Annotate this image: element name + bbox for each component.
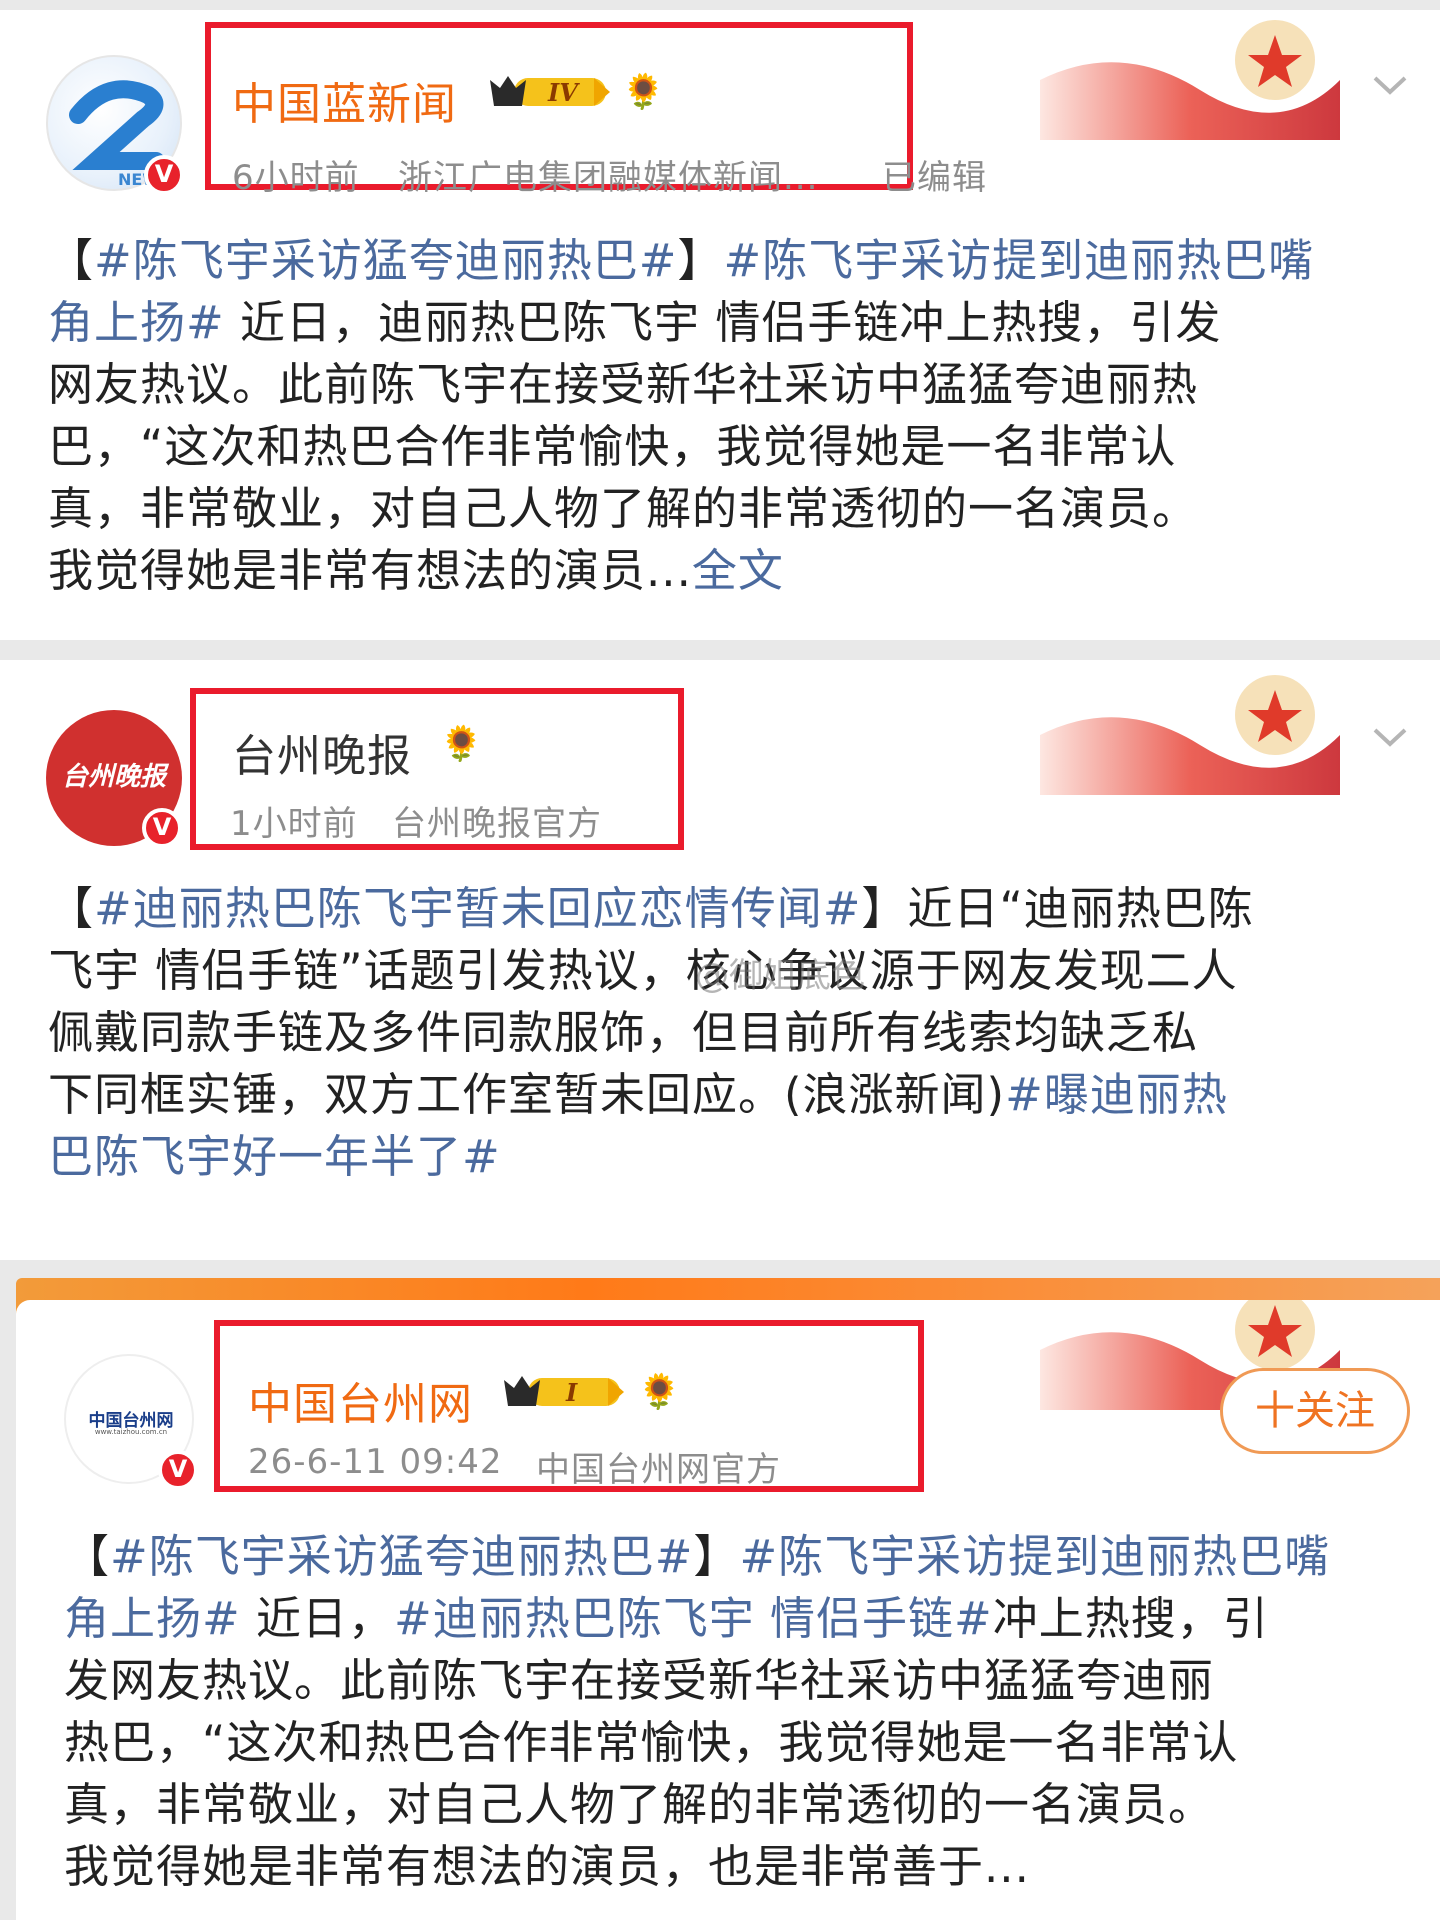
verified-badge: V — [142, 808, 182, 848]
post-line: 下同框实锤，双方工作室暂未回应。(浪涨新闻)#曝迪丽热 — [48, 1064, 1408, 1126]
post-text-segment: 近日，迪丽热巴陈飞宇 情侣手链冲上热搜，引发 — [224, 296, 1222, 349]
post-text-segment: 热巴，“这次和热巴合作非常愉快，我觉得她是一名非常认 — [64, 1716, 1239, 1769]
post-line: 角上扬# 近日，迪丽热巴陈飞宇 情侣手链冲上热搜，引发 — [48, 292, 1408, 354]
flower-icon: 🌻 — [638, 1372, 681, 1412]
post-text-segment: 】 — [677, 234, 724, 287]
post-text-segment: 巴，“这次和热巴合作非常愉快，我觉得她是一名非常认 — [48, 420, 1177, 473]
post-text-segment: 发网友热议。此前陈飞宇在接受新华社采访中猛猛夸迪丽 — [64, 1654, 1215, 1707]
avatar-logo-subtext: www.taizhou.com.cn — [94, 1428, 168, 1436]
post-text-segment: 【 — [64, 1530, 111, 1583]
post-line: 【#陈飞宇采访猛夸迪丽热巴#】#陈飞宇采访提到迪丽热巴嘴 — [64, 1526, 1424, 1588]
watermark: @御姐底色 — [695, 956, 865, 996]
post-time: 6小时前 — [232, 158, 360, 198]
post-line: 巴，“这次和热巴合作非常愉快，我觉得她是一名非常认 — [48, 416, 1408, 478]
flower-icon: 🌻 — [622, 72, 665, 112]
post-source: 浙江广电集团融媒体新闻... — [398, 158, 819, 198]
chevron-down-icon[interactable] — [1370, 722, 1410, 752]
post-text-segment: 真，非常敬业，对自己人物了解的非常透彻的一名演员。 — [48, 482, 1199, 535]
chevron-down-icon[interactable] — [1370, 70, 1410, 100]
post-line: 真，非常敬业，对自己人物了解的非常透彻的一名演员。 — [48, 478, 1408, 540]
post-line: 【#迪丽热巴陈飞宇暂未回应恋情传闻#】近日“迪丽热巴陈 — [48, 878, 1408, 940]
svg-text:I: I — [565, 1378, 578, 1407]
hashtag-link[interactable]: #陈飞宇采访提到迪丽热巴嘴 — [739, 1530, 1330, 1583]
post-text: 【#陈飞宇采访猛夸迪丽热巴#】#陈飞宇采访提到迪丽热巴嘴 角上扬# 近日，迪丽热巴… — [48, 230, 1408, 602]
account-name[interactable]: 中国蓝新闻 — [232, 68, 457, 132]
account-name[interactable]: 台州晚报 — [232, 720, 412, 784]
hashtag-link[interactable]: #陈飞宇采访猛夸迪丽热巴# — [110, 1530, 693, 1583]
post-line: 【#陈飞宇采访猛夸迪丽热巴#】#陈飞宇采访提到迪丽热巴嘴 — [48, 230, 1408, 292]
post-line: 角上扬# 近日，#迪丽热巴陈飞宇 情侣手链#冲上热搜，引 — [64, 1588, 1424, 1650]
post-source: 台州晚报官方 — [392, 804, 602, 844]
post-text-segment: 佩戴同款手链及多件同款服饰，但目前所有线索均缺乏私 — [48, 1006, 1199, 1059]
avatar[interactable]: 中国台州网 www.taizhou.com.cn V — [64, 1354, 198, 1490]
banner-decoration — [1040, 20, 1340, 140]
post-card-1: NEWS V 中国蓝新闻 IV 🌻 6小时前 浙江广电集团融媒体新闻... 已编… — [0, 10, 1440, 640]
follow-button[interactable]: 十关注 — [1220, 1368, 1410, 1454]
hashtag-link[interactable]: 全文 — [692, 544, 784, 597]
hashtag-link[interactable]: #曝迪丽热 — [1005, 1068, 1228, 1121]
post-text-segment: 】 — [693, 1530, 740, 1583]
hashtag-link[interactable]: #迪丽热巴陈飞宇 情侣手链# — [394, 1592, 993, 1645]
edited-label: 已编辑 — [882, 158, 987, 198]
post-text-segment: 我觉得她是非常有想法的演员... — [48, 544, 692, 597]
post-line: 我觉得她是非常有想法的演员...全文 — [48, 540, 1408, 602]
hashtag-link[interactable]: #迪丽热巴陈飞宇暂未回应恋情传闻# — [94, 882, 861, 935]
level-badge: I — [504, 1376, 624, 1407]
flower-icon: 🌻 — [440, 724, 483, 764]
verified-badge: V — [158, 1450, 198, 1490]
post-line: 热巴，“这次和热巴合作非常愉快，我觉得她是一名非常认 — [64, 1712, 1424, 1774]
post-line: 佩戴同款手链及多件同款服饰，但目前所有线索均缺乏私 — [48, 1002, 1408, 1064]
post-text-segment: 飞宇 情侣手链”话题引发热议，核心争议源于网友发现二人 — [48, 944, 1238, 997]
hashtag-link[interactable]: #陈飞宇采访猛夸迪丽热巴# — [94, 234, 677, 287]
post-line: 我觉得她是非常有想法的演员，也是非常善于... — [64, 1836, 1424, 1898]
banner-decoration — [1040, 675, 1340, 795]
post-text-segment: 近日， — [240, 1592, 395, 1645]
hashtag-link[interactable]: 角上扬# — [48, 296, 225, 349]
post-text-segment: 下同框实锤，双方工作室暂未回应。(浪涨新闻) — [48, 1068, 1006, 1121]
hashtag-link[interactable]: #陈飞宇采访提到迪丽热巴嘴 — [723, 234, 1314, 287]
post-text-segment: 网友热议。此前陈飞宇在接受新华社采访中猛猛夸迪丽热 — [48, 358, 1199, 411]
post-line: 真，非常敬业，对自己人物了解的非常透彻的一名演员。 — [64, 1774, 1424, 1836]
post-time: 1小时前 — [230, 804, 358, 844]
post-text-segment: 【 — [48, 882, 95, 935]
post-time: 26-6-11 09:42 — [248, 1442, 503, 1482]
post-line: 发网友热议。此前陈飞宇在接受新华社采访中猛猛夸迪丽 — [64, 1650, 1424, 1712]
post-text-segment: 【 — [48, 234, 95, 287]
post-text-segment: 冲上热搜，引 — [992, 1592, 1269, 1645]
avatar[interactable]: NEWS V — [46, 55, 184, 195]
verified-badge: V — [144, 155, 184, 195]
avatar[interactable]: 台州晚报 V — [46, 710, 182, 848]
post-text: 【#陈飞宇采访猛夸迪丽热巴#】#陈飞宇采访提到迪丽热巴嘴 角上扬# 近日，#迪丽热… — [64, 1526, 1424, 1898]
post-line: 巴陈飞宇好一年半了# — [48, 1126, 1408, 1188]
post-card-3: 十关注 中国台州网 www.taizhou.com.cn V 中国台州网 I 🌻… — [16, 1300, 1440, 1920]
account-name[interactable]: 中国台州网 — [248, 1368, 473, 1432]
avatar-logo-text: 台州晚报 — [61, 762, 166, 792]
svg-text:IV: IV — [547, 78, 580, 107]
post-line: 网友热议。此前陈飞宇在接受新华社采访中猛猛夸迪丽热 — [48, 354, 1408, 416]
post-text-segment: 真，非常敬业，对自己人物了解的非常透彻的一名演员。 — [64, 1778, 1215, 1831]
post-text-segment: 】近日“迪丽热巴陈 — [861, 882, 1254, 935]
post-source: 中国台州网官方 — [536, 1450, 781, 1490]
post-text-segment: 我觉得她是非常有想法的演员，也是非常善于... — [64, 1840, 1030, 1893]
hashtag-link[interactable]: 角上扬# — [64, 1592, 241, 1645]
post-text: 【#迪丽热巴陈飞宇暂未回应恋情传闻#】近日“迪丽热巴陈 飞宇 情侣手链”话题引发热… — [48, 878, 1408, 1188]
hashtag-link[interactable]: 巴陈飞宇好一年半了# — [48, 1130, 501, 1183]
level-badge: IV — [490, 76, 610, 107]
